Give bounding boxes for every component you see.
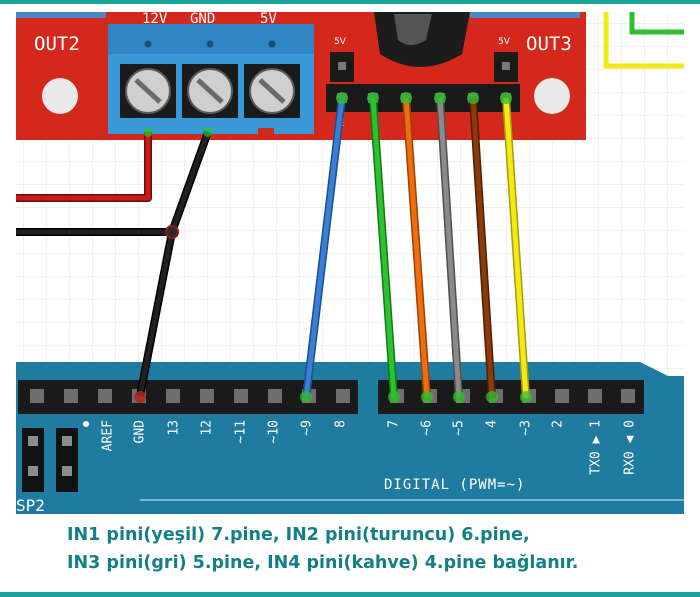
arduino-pin-label: 13 xyxy=(167,420,182,436)
mount-hole-right xyxy=(534,78,570,114)
arduino-pin-label: ~10 xyxy=(267,420,282,443)
arduino-pin-label: 7 xyxy=(387,420,402,428)
arduino-pin xyxy=(98,389,112,403)
arduino-pin xyxy=(555,389,569,403)
arduino-pin xyxy=(166,389,180,403)
out2-label: OUT2 xyxy=(34,33,80,55)
arduino-pin-label: ~11 xyxy=(234,420,249,443)
arduino-pin xyxy=(588,389,602,403)
icsp-label: SP2 xyxy=(16,496,45,514)
arduino-pin xyxy=(268,389,282,403)
screw-3 xyxy=(244,64,300,118)
top-border xyxy=(0,0,700,4)
arduino-pin xyxy=(200,389,214,403)
arduino-pin-label: ~3 xyxy=(519,420,534,436)
arduino-pin-label: ~9 xyxy=(300,420,315,436)
arduino-pin-label: GND xyxy=(133,420,148,444)
arduino-board: AREF GND 13 12 ~11 ~10 ~9 8 7 ~6 ~5 4 ~3 2 TX0 ▶ 1 RX0 … xyxy=(16,362,684,514)
jumper-label-right: 5V xyxy=(498,37,511,47)
figure: AREF GND 13 12 ~11 ~10 ~9 8 7 ~6 ~5 4 ~3 2 TX0 ▶ 1 RX0 … xyxy=(0,0,700,597)
caption: IN1 pini(yeşil) 7.pine, IN2 pini(turuncu… xyxy=(0,521,700,577)
jumper-label-left: 5V xyxy=(334,37,347,47)
arduino-pin xyxy=(621,389,635,403)
motor-driver-board: OUT2 OUT3 12V GND 5V 5V 5V E I I I I E xyxy=(16,12,586,140)
arduino-pin xyxy=(30,389,44,403)
screw-2 xyxy=(182,64,238,118)
arduino-marker-dot xyxy=(83,421,89,427)
arduino-pin xyxy=(64,389,78,403)
arduino-pin xyxy=(234,389,248,403)
arduino-pin-label: RX0 ◀ 0 xyxy=(623,420,638,475)
caption-line-1: IN1 pini(yeşil) 7.pine, IN2 pini(turuncu… xyxy=(67,525,530,545)
driver-input-header xyxy=(326,84,520,112)
arduino-pin-label: AREF xyxy=(101,420,116,451)
out3-label: OUT3 xyxy=(526,33,572,55)
bottom-border xyxy=(0,592,700,597)
arduino-pin-label: 2 xyxy=(551,420,566,428)
arduino-pin-label: 12 xyxy=(200,420,215,436)
wiring-diagram: AREF GND 13 12 ~11 ~10 ~9 8 7 ~6 ~5 4 ~3 2 TX0 ▶ 1 RX0 … xyxy=(16,12,684,514)
arduino-pin xyxy=(336,389,350,403)
arduino-header-right xyxy=(378,380,644,414)
caption-line-2: IN3 pini(gri) 5.pine, IN4 pini(kahve) 4.… xyxy=(67,553,579,573)
mount-hole-left xyxy=(42,78,78,114)
digital-label: DIGITAL (PWM=~) xyxy=(384,477,525,493)
arduino-pin-label: 4 xyxy=(485,420,500,428)
arduino-pin-label: 8 xyxy=(334,420,349,428)
screw-1 xyxy=(120,64,176,118)
arduino-pin-label: TX0 ▶ 1 xyxy=(589,420,604,475)
arduino-pin-label: ~5 xyxy=(452,420,467,436)
arduino-pin-label: ~6 xyxy=(420,420,435,436)
